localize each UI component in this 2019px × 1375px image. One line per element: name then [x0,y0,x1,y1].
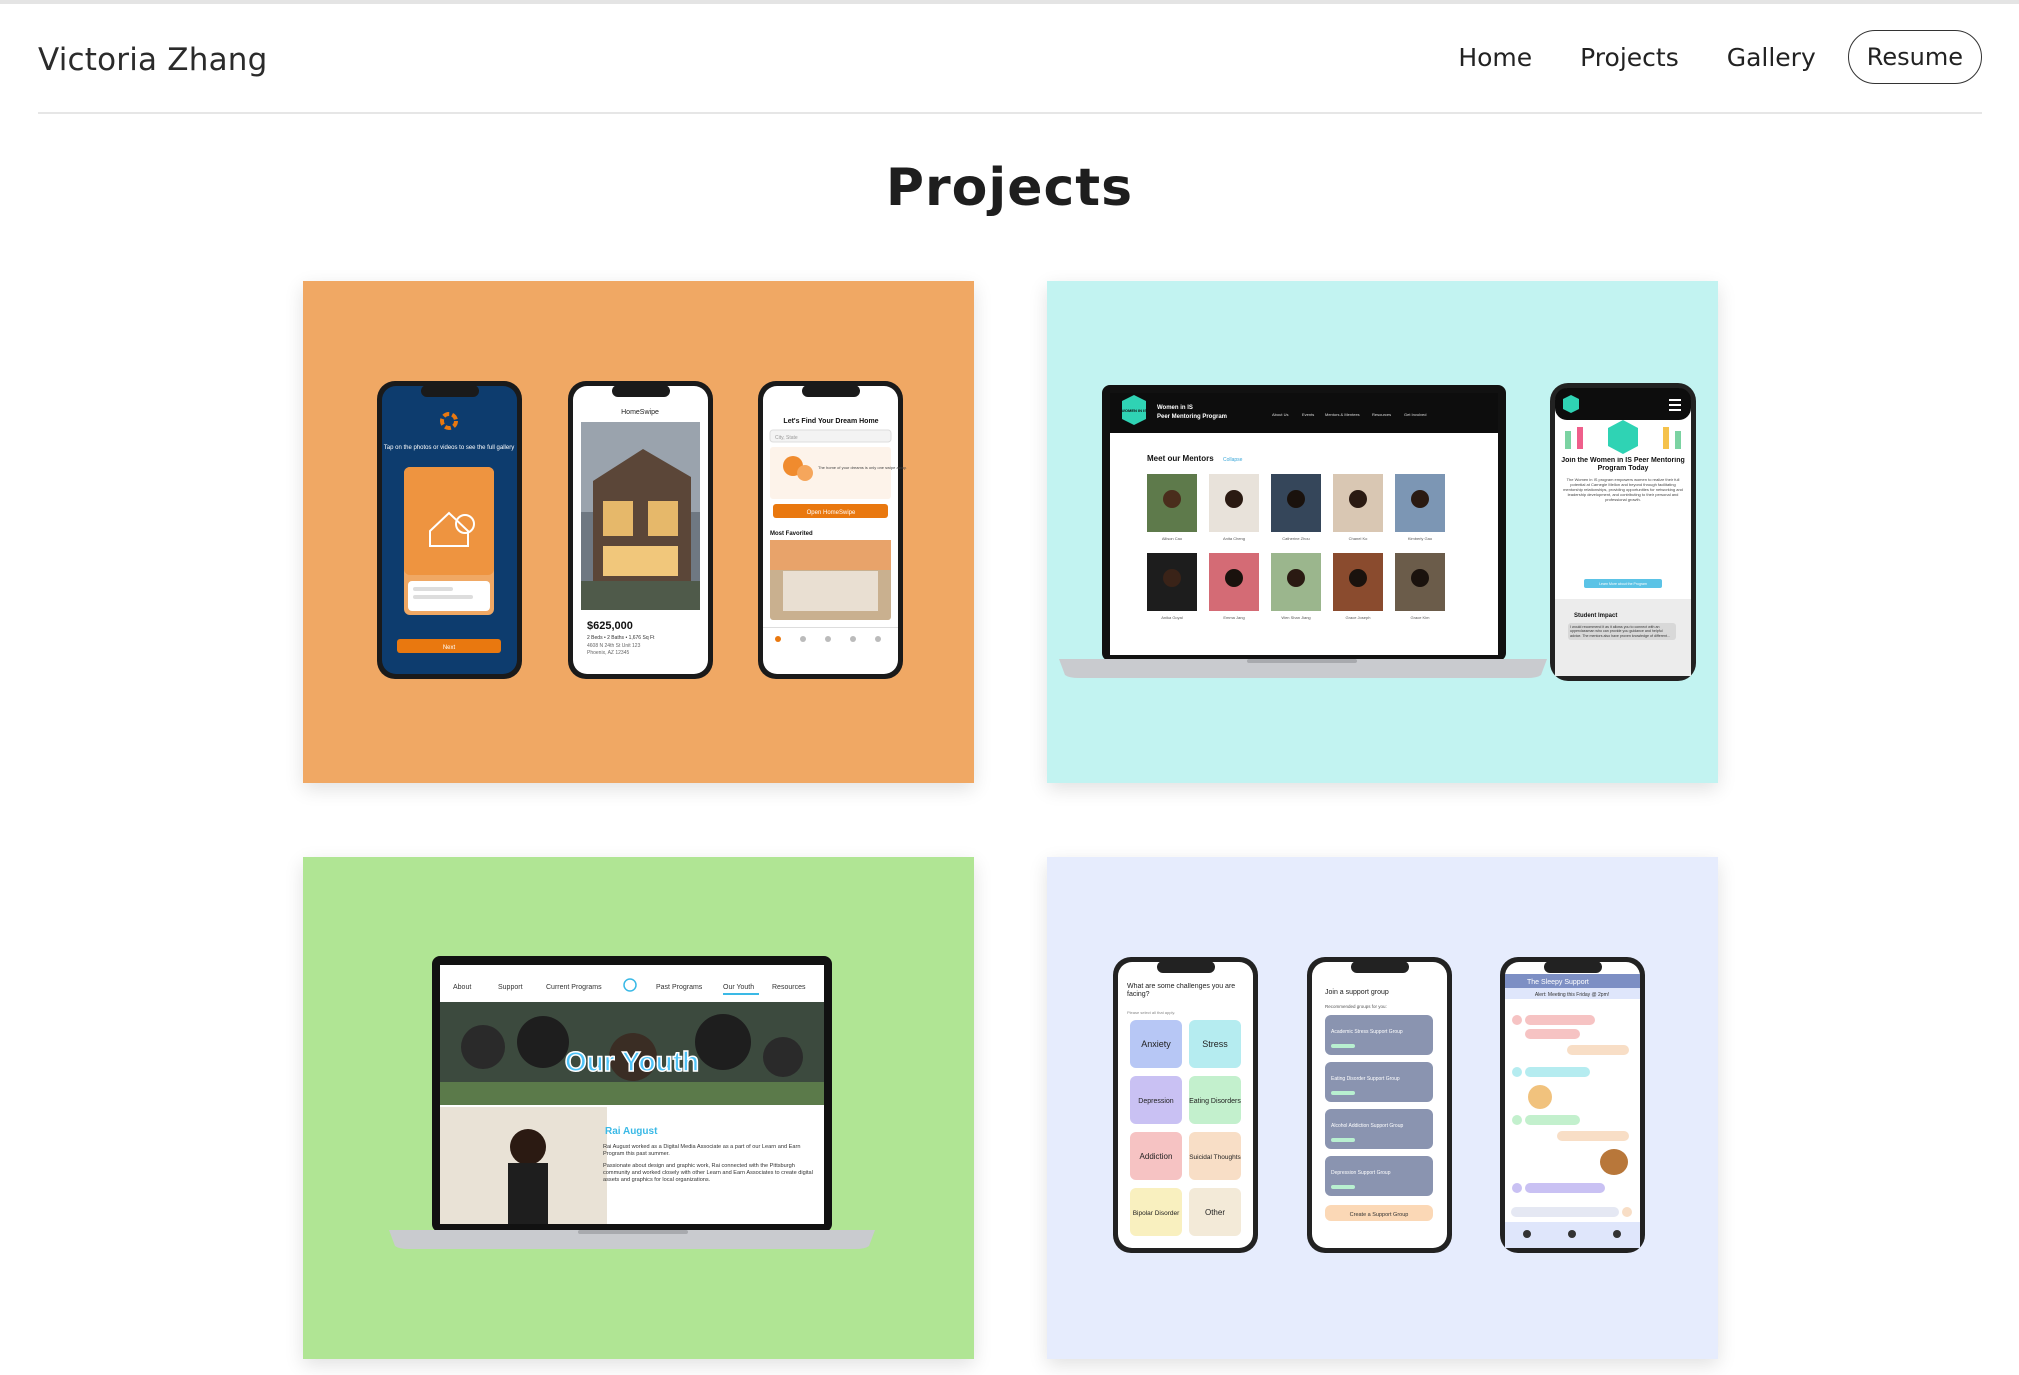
phone-home: Let's Find Your Dream Home City, State T… [758,381,907,679]
project-thumbnail-homeswipe: Tap on the photos or videos to see the f… [303,281,974,783]
mentor-name: Kimberly Gao [1408,536,1433,541]
laptop-mockup: WOMEN IN IS Women in IS Peer Mentoring P… [1059,385,1547,678]
option-depression: Depression [1138,1098,1174,1105]
site-nav-3: Mentors & Mentees [1325,412,1360,417]
site-title-1: Women in IS [1157,405,1193,411]
home-search-placeholder: City, State [775,435,798,441]
mobile-learn-more-button: Learn More about the Program [1599,582,1647,586]
mentor-name: Anika Goyal [1161,615,1183,620]
mobile-mockup: Join the Women in IS Peer Mentoring Prog… [1550,383,1696,681]
option-eating-disorders: Eating Disorders [1189,1098,1241,1105]
site-nav-our-youth: Our Youth [723,984,754,991]
listing-address-1: 4608 N 24th St Unit 123 [587,643,641,649]
site-brand[interactable]: Victoria Zhang [38,42,268,78]
mentor-name: Grace Kim [1411,615,1431,620]
mentor-name: Wen Shan Jiang [1281,615,1310,620]
group-name: Academic Stress Support Group [1331,1029,1403,1035]
mentor-name: Catherine Zhou [1282,536,1310,541]
site-nav-past-programs: Past Programs [656,984,703,991]
impact-heading: Student Impact [1574,613,1617,619]
phone-challenges: What are some challenges you are facing?… [1113,957,1258,1253]
site-nav-5: Get Involved [1404,412,1426,417]
project-card-homeswipe[interactable]: Tap on the photos or videos to see the f… [303,281,974,783]
open-homeswipe-button: Open HomeSwipe [807,510,856,516]
main-nav: Home Projects Gallery Resume [1410,28,1982,86]
phone-join-group: Join a support group Recommended groups … [1307,957,1452,1253]
group-name: Alcohol Addiction Support Group [1331,1123,1403,1129]
person-name: Rai August [605,1126,658,1137]
mentors-heading: Meet our Mentors [1147,454,1214,463]
app-name: HomeSwipe [621,409,659,416]
laptop-mockup: About Support Current Programs Past Prog… [389,956,875,1249]
site-title-2: Peer Mentoring Program [1157,414,1227,420]
group-name: Eating Disorder Support Group [1331,1076,1400,1082]
home-heading: Let's Find Your Dream Home [783,418,878,425]
logo-text: WOMEN IN IS [1121,408,1147,413]
hero-our-youth: Our Youth [565,1046,699,1077]
phone-chat: The Sleepy Support Alert: Meeting this F… [1500,957,1645,1253]
mentor-name: Emma Jang [1223,615,1244,620]
challenges-question: What are some challenges you are facing? [1127,983,1236,998]
option-suicidal-thoughts: Suicidal Thoughts [1189,1154,1241,1161]
mentor-name: Grace Joseph [1346,615,1371,620]
listing-price: $625,000 [587,620,633,632]
chat-alert: Alert: Meeting this Friday @ 2pm! [1535,992,1609,998]
option-other: Other [1205,1208,1225,1217]
challenges-subtext: Please select all that apply. [1127,1010,1175,1015]
person-bio-2: Passionate about design and graphic work… [603,1163,813,1183]
join-subtext: Recommended groups for you: [1325,1004,1387,1009]
phone-listing: HomeSwipe $625,000 2 Beds • 2 Baths • 1,… [568,381,713,679]
join-heading: Join a support group [1325,989,1389,996]
site-nav-1: About Us [1272,412,1288,417]
option-bipolar-disorder: Bipolar Disorder [1133,1210,1180,1217]
project-thumbnail-our-youth: About Support Current Programs Past Prog… [303,857,974,1359]
nav-projects-link[interactable]: Projects [1580,43,1679,72]
option-stress: Stress [1202,1039,1228,1049]
impact-quote: I would recommend it as it allows you to… [1568,623,1676,641]
nav-gallery-link[interactable]: Gallery [1727,43,1816,72]
onboarding-next-button: Next [443,645,456,651]
resume-button[interactable]: Resume [1847,30,1982,84]
site-nav-2: Events [1302,412,1314,417]
onboarding-text: Tap on the photos or videos to see the f… [384,445,514,451]
site-nav-4: Resources [1372,412,1391,417]
group-name: Depression Support Group [1331,1170,1391,1176]
mobile-body: The Women in IS program empowers women t… [1563,477,1683,502]
create-group-button: Create a Support Group [1350,1212,1409,1218]
chat-title: The Sleepy Support [1527,979,1589,986]
option-addiction: Addiction [1140,1152,1173,1161]
project-card-our-youth[interactable]: About Support Current Programs Past Prog… [303,857,974,1359]
option-anxiety: Anxiety [1141,1039,1171,1049]
mentor-name: Chanel Ko [1349,536,1368,541]
mentor-name: Anita Cheng [1223,536,1245,541]
home-promo-text: The home of your dreams is only one swip… [818,465,907,470]
site-header: Victoria Zhang Home Projects Gallery Res… [38,28,1982,114]
nav-home-link[interactable]: Home [1458,43,1532,72]
site-nav-current-programs: Current Programs [546,984,602,991]
project-thumbnail-women-in-is: WOMEN IN IS Women in IS Peer Mentoring P… [1047,281,1718,783]
site-nav-about: About [453,984,471,991]
page-title: Projects [885,158,1134,218]
listing-address-2: Phoenix, AZ 12345 [587,650,629,656]
top-border [0,0,2019,4]
phone-onboarding: Tap on the photos or videos to see the f… [377,381,522,679]
site-nav-resources: Resources [772,984,806,991]
mentor-name: Allison Cao [1162,536,1183,541]
site-nav-support: Support [498,984,523,991]
project-thumbnail-support-groups: What are some challenges you are facing?… [1047,857,1718,1359]
person-bio-1: Rai August worked as a Digital Media Ass… [603,1144,801,1157]
mentors-collapse-link: Collapse [1223,457,1243,463]
most-favorited-heading: Most Favorited [770,531,813,537]
listing-specs: 2 Beds • 2 Baths • 1,676 Sq Ft [587,635,655,641]
mobile-heading: Join the Women in IS Peer Mentoring Prog… [1561,457,1685,472]
project-card-women-in-is[interactable]: WOMEN IN IS Women in IS Peer Mentoring P… [1047,281,1718,783]
project-card-support-groups[interactable]: What are some challenges you are facing?… [1047,857,1718,1359]
